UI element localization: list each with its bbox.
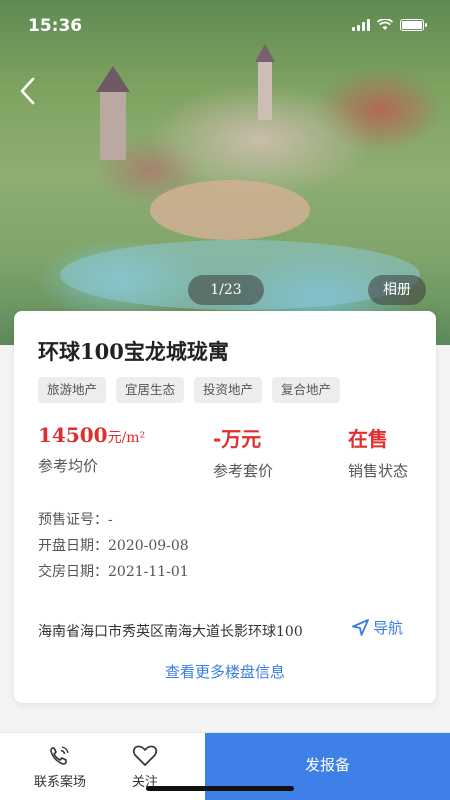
sale-status-stat: 在售 销售状态 (348, 423, 408, 481)
wifi-icon (377, 19, 393, 30)
gallery-pager: 1/23 (188, 275, 264, 305)
sale-status-label: 销售状态 (348, 462, 409, 480)
location-arrow-icon (352, 619, 369, 636)
hero-castle-tower (96, 66, 130, 160)
property-info-card: 环球100宝龙城珑寓 旅游地产 宜居生态 投资地产 复合地产 14500元/m²… (14, 311, 436, 703)
navigate-button[interactable]: 导航 (352, 617, 403, 638)
battery-icon (400, 19, 427, 31)
contact-label: 联系案场 (33, 775, 86, 790)
back-button[interactable] (18, 76, 48, 110)
property-address: 海南省海口市秀英区南海大道长影环球100 (38, 624, 303, 640)
status-time: 15:36 (28, 16, 83, 36)
signal-icon (352, 19, 370, 31)
phone-icon (50, 746, 69, 765)
total-price-value: -万元 (213, 427, 262, 451)
more-info-link[interactable]: 查看更多楼盘信息 (14, 661, 436, 682)
home-indicator (146, 786, 294, 791)
sale-status-value: 在售 (348, 427, 388, 451)
tag-item: 宜居生态 (116, 377, 185, 403)
presale-row: 预售证号：- (38, 512, 113, 528)
hero-plaza-decor (150, 180, 310, 240)
album-button[interactable]: 相册 (368, 275, 426, 305)
avg-price-stat: 14500元/m² 参考均价 (38, 423, 145, 476)
total-price-label: 参考套价 (213, 462, 274, 480)
contact-button[interactable]: 联系案场 (15, 743, 105, 790)
avg-price-label: 参考均价 (38, 457, 99, 475)
tag-item: 复合地产 (272, 377, 341, 403)
total-price-stat: -万元 参考套价 (213, 423, 273, 481)
property-tags: 旅游地产 宜居生态 投资地产 复合地产 (38, 377, 341, 403)
status-icons (352, 19, 427, 31)
property-title: 环球100宝龙城珑寓 (38, 339, 229, 364)
tag-item: 投资地产 (194, 377, 263, 403)
heart-icon (132, 745, 158, 766)
delivery-date-row: 交房日期：2021-11-01 (38, 564, 189, 580)
property-meta: 预售证号：- 开盘日期：2020-09-08 交房日期：2021-11-01 (38, 507, 189, 585)
hero-castle-spire (255, 44, 275, 120)
opening-date-row: 开盘日期：2020-09-08 (38, 538, 189, 554)
navigate-label: 导航 (373, 619, 404, 637)
status-bar: 15:36 (0, 0, 450, 52)
tag-item: 旅游地产 (38, 377, 107, 403)
avg-price-value: 14500元/m² (38, 423, 146, 447)
back-arrow-icon (20, 77, 35, 105)
follow-button[interactable]: 关注 (100, 743, 190, 790)
